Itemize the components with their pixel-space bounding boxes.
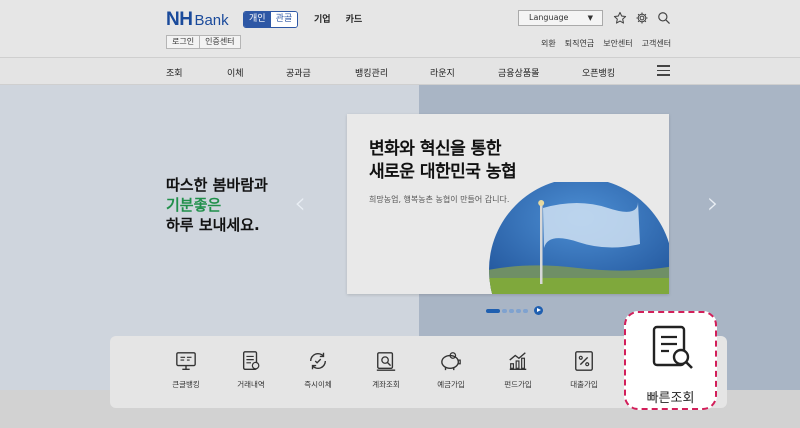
carousel-dot[interactable] (516, 308, 521, 313)
quick-item-fund-signup[interactable]: 펀드가입 (488, 350, 548, 390)
quick-item-label: 계좌조회 (372, 380, 400, 389)
top-menu-business[interactable]: 기업 (314, 12, 331, 25)
logo-nh: NH (166, 9, 193, 30)
star-icon[interactable] (612, 10, 628, 26)
logo-bank: Bank (194, 12, 229, 29)
quick-item-label: 즉시이체 (304, 380, 332, 389)
gnb-lounge[interactable]: 라운지 (430, 66, 455, 79)
utility-links: 외환 퇴직연금 보안센터 고객센터 (541, 38, 671, 49)
login-button[interactable]: 로그인 (167, 36, 199, 48)
instant-transfer-icon (309, 352, 327, 370)
segment-personal[interactable]: 개인 (244, 12, 271, 27)
quick-item-label: 거래내역 (237, 380, 265, 389)
quick-lookup-icon (652, 325, 693, 369)
account-inquiry-icon (376, 352, 396, 371)
personal-segment-toggle: 개인 관골 (243, 11, 299, 28)
top-menu: 기업 카드 (314, 12, 362, 25)
carousel-dot[interactable] (523, 308, 528, 313)
banner-headline-line-1: 변화와 혁신을 통한 (369, 139, 501, 159)
quick-item-loan-signup[interactable]: 대출가입 (554, 350, 614, 390)
banner-headline-line-2: 새로운 대한민국 농협 (369, 162, 517, 182)
carousel-play-icon[interactable] (534, 306, 543, 315)
quick-item-transaction-history[interactable]: 거래내역 (221, 350, 281, 390)
gnb-banking-management[interactable]: 뱅킹관리 (355, 66, 388, 79)
carousel-dot-active[interactable] (486, 308, 500, 313)
util-link-forex[interactable]: 외환 (541, 38, 556, 49)
deposit-signup-icon (441, 352, 461, 371)
next-arrow-icon[interactable]: › (707, 186, 719, 221)
hamburger-menu-icon[interactable] (657, 65, 670, 76)
loan-signup-icon (575, 351, 593, 371)
util-link-customer[interactable]: 고객센터 (642, 38, 671, 49)
gnb-product-mall[interactable]: 금융상품몰 (498, 66, 539, 79)
quick-item-label: 대출가입 (570, 380, 598, 389)
quick-item-deposit-signup[interactable]: 예금가입 (421, 350, 481, 390)
banner-flag-image (489, 182, 669, 294)
transaction-history-icon (242, 351, 260, 370)
prev-arrow-icon[interactable]: ‹ (294, 186, 306, 221)
carousel-dot[interactable] (509, 308, 514, 313)
tagline-line-3: 하루 보내세요. (166, 216, 260, 234)
carousel-dot[interactable] (502, 308, 507, 313)
caret-down-icon: ▼ (587, 14, 593, 22)
tagline-line-1: 따스한 봄바람과 (166, 176, 268, 194)
quick-item-account-inquiry[interactable]: 계좌조회 (356, 350, 416, 390)
language-select[interactable]: Language ▼ (518, 10, 603, 26)
gnb-utility-bills[interactable]: 공과금 (286, 66, 311, 79)
quick-item-large-text-banking[interactable]: 큰글뱅킹 (156, 350, 216, 390)
fund-signup-icon (509, 352, 527, 370)
banner-card[interactable]: 변화와 혁신을 통한 새로운 대한민국 농협 희망농업, 행복농촌 농협이 만들… (347, 114, 669, 294)
quick-lookup-button[interactable]: 빠른조회 (624, 311, 717, 410)
large-text-banking-icon (176, 352, 196, 370)
language-label: Language (529, 13, 569, 22)
search-icon[interactable] (656, 10, 672, 26)
quick-item-label: 펀드가입 (504, 380, 532, 389)
banner-headline: 변화와 혁신을 통한 새로운 대한민국 농협 (369, 138, 517, 184)
carousel-indicator (486, 306, 543, 315)
quick-item-label: 예금가입 (437, 380, 465, 389)
nh-bank-logo[interactable]: NH Bank (166, 9, 229, 30)
gear-icon[interactable] (634, 10, 650, 26)
main-navigation: 조회 이체 공과금 뱅킹관리 라운지 금융상품몰 오픈뱅킹 (0, 58, 800, 85)
util-link-security[interactable]: 보안센터 (603, 38, 632, 49)
quick-lookup-label: 빠른조회 (646, 391, 695, 406)
top-menu-card[interactable]: 카드 (346, 12, 363, 25)
gnb-open-banking[interactable]: 오픈뱅킹 (582, 66, 615, 79)
cert-center-button[interactable]: 인증센터 (199, 36, 239, 48)
tagline-line-2: 기분좋은 (166, 196, 222, 214)
quick-item-label: 큰글뱅킹 (172, 380, 200, 389)
segment-large-text[interactable]: 관골 (270, 12, 298, 27)
hero-tagline: 따스한 봄바람과 기분좋은 하루 보내세요. (166, 175, 268, 235)
util-link-pension[interactable]: 퇴직연금 (565, 38, 594, 49)
header: NH Bank 개인 관골 기업 카드 로그인 인증센터 Language ▼ … (0, 0, 800, 58)
gnb-transfer[interactable]: 이체 (227, 66, 244, 79)
login-box: 로그인 인증센터 (166, 35, 241, 49)
gnb-inquiry[interactable]: 조회 (166, 66, 183, 79)
quick-item-instant-transfer[interactable]: 즉시이체 (288, 350, 348, 390)
